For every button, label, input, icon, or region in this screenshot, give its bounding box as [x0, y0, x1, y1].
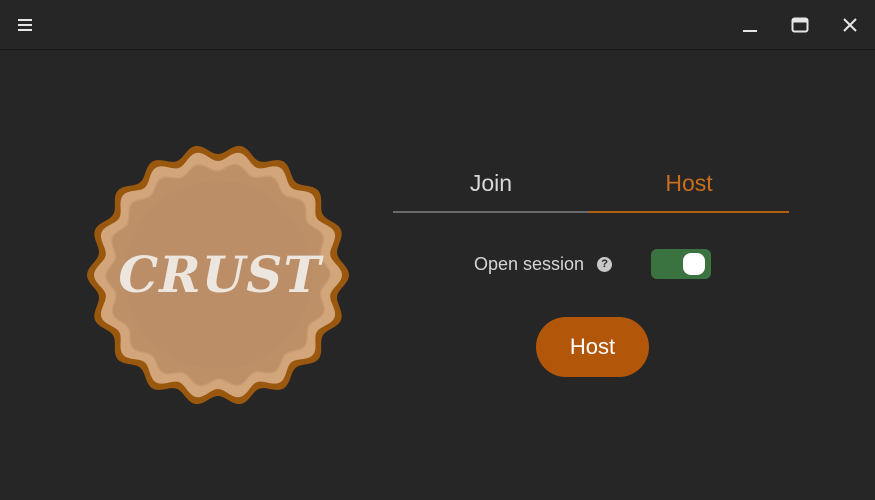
minimize-icon: [743, 30, 757, 32]
menu-button[interactable]: [10, 10, 40, 40]
minimize-button[interactable]: [735, 10, 765, 40]
close-button[interactable]: [835, 10, 865, 40]
title-bar: [0, 0, 875, 50]
toggle-knob: [683, 253, 705, 275]
open-session-row: Open session ?: [474, 249, 613, 279]
help-icon[interactable]: ?: [597, 256, 613, 272]
close-icon: [843, 18, 857, 32]
tab-host[interactable]: Host: [589, 155, 789, 213]
crust-logo: CRUST: [80, 138, 356, 414]
mode-tabs: Join Host: [393, 155, 793, 213]
open-session-label: Open session: [474, 253, 585, 274]
open-session-toggle[interactable]: [651, 249, 711, 279]
logo-text: CRUST: [118, 244, 322, 304]
host-button[interactable]: Host: [536, 317, 649, 377]
maximize-button[interactable]: [785, 10, 815, 40]
tab-join[interactable]: Join: [393, 155, 589, 213]
app-window: CRUST Join Host Open session ? Host: [0, 0, 875, 500]
hamburger-menu-icon: [18, 19, 32, 31]
maximize-icon: [791, 17, 809, 33]
